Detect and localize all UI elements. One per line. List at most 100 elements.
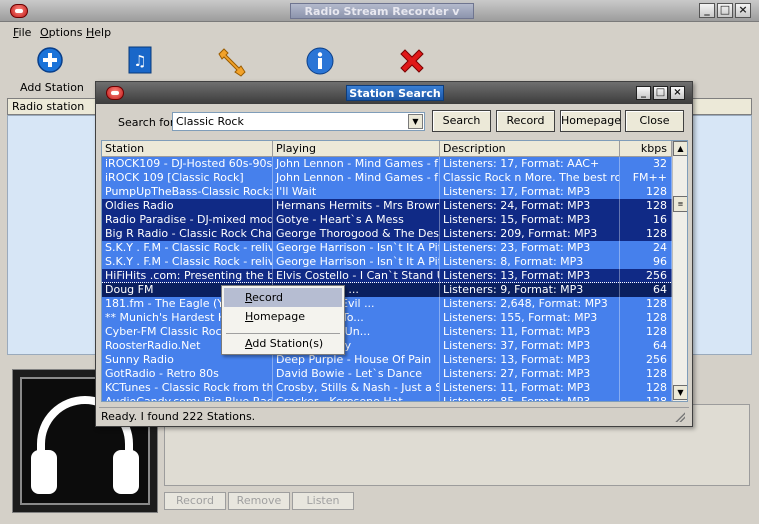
menu-bar: File Options Help xyxy=(0,22,759,42)
table-row[interactable]: 181.fm - The Eagle (Your...Orchestra - E… xyxy=(102,297,672,311)
col-station[interactable]: Station xyxy=(102,141,273,157)
minimize-button[interactable]: _ xyxy=(699,3,715,18)
menu-file[interactable]: File xyxy=(13,26,31,39)
table-row[interactable]: KCTunes - Classic Rock from th... Crosby,… xyxy=(102,381,672,395)
table-row[interactable]: Oldies Radio Hermans Hermits - Mrs Brown … xyxy=(102,199,672,213)
svg-text:♫: ♫ xyxy=(133,52,146,70)
status-bar: Ready. I found 222 Stations. xyxy=(99,407,689,424)
cell-station: PumpUpTheBass-Classic Rock: ... xyxy=(102,185,273,199)
menu-help[interactable]: Help xyxy=(86,26,111,39)
music-file-button[interactable]: ♫ xyxy=(125,46,155,77)
cell-station: Radio Paradise - DJ-mixed mode... xyxy=(102,213,273,227)
table-row[interactable]: Doug FMBENNIE AND ...Listeners: 9, Forma… xyxy=(102,282,673,298)
col-description[interactable]: Description xyxy=(440,141,620,157)
scroll-up-icon[interactable]: ▲ xyxy=(673,141,687,156)
dialog-minimize-button[interactable]: _ xyxy=(636,86,651,100)
cell-playing: Elvis Costello - I Can`t Stand Up xyxy=(273,269,440,283)
cell-kbps: 16 xyxy=(620,213,672,227)
cell-playing: Gotye - Heart`s A Mess xyxy=(273,213,440,227)
exit-button[interactable] xyxy=(396,46,428,79)
cell-station: iROCK 109 [Classic Rock] xyxy=(102,171,273,185)
table-row[interactable]: AudioCandy.com: Big Blue Radi... Cracker … xyxy=(102,395,672,401)
vertical-scrollbar[interactable]: ▲ ≡ ▼ xyxy=(672,141,687,401)
dialog-close-button[interactable]: × xyxy=(670,86,685,100)
table-row[interactable]: GotRadio - Retro 80s David Bowie - Let`s … xyxy=(102,367,672,381)
cell-station: AudioCandy.com: Big Blue Radi... xyxy=(102,395,273,401)
app-radio-icon[interactable] xyxy=(10,4,28,18)
cell-description: Listeners: 155, Format: MP3 xyxy=(440,311,620,325)
cell-station: Oldies Radio xyxy=(102,199,273,213)
table-row[interactable]: Sunny Radio Deep Purple - House Of Pain Li… xyxy=(102,353,672,367)
info-button[interactable] xyxy=(305,46,335,79)
cell-description: Listeners: 11, Format: MP3 xyxy=(440,325,620,339)
col-playing[interactable]: Playing xyxy=(273,141,440,157)
table-row[interactable]: S.K.Y . F.M - Classic Rock - reliv... Geo… xyxy=(102,255,672,269)
cell-kbps: 128 xyxy=(620,199,672,213)
cell-playing: Deep Purple - House Of Pain xyxy=(273,353,440,367)
add-station-button[interactable]: Add Station xyxy=(20,46,84,94)
table-row[interactable]: Radio Paradise - DJ-mixed mode... Gotye -… xyxy=(102,213,672,227)
cell-description: Listeners: 17, Format: MP3 xyxy=(440,185,620,199)
search-for-label: Search for xyxy=(118,116,175,129)
cell-description: Listeners: 24, Format: MP3 xyxy=(440,199,620,213)
record-button[interactable]: Record xyxy=(496,110,555,132)
menu-options[interactable]: Options xyxy=(40,26,82,39)
cell-kbps: 128 xyxy=(620,227,672,241)
menu-item-record[interactable]: Record xyxy=(224,288,342,307)
dialog-title-bar[interactable]: Station Search _ □ × xyxy=(96,82,692,104)
music-file-icon: ♫ xyxy=(128,46,152,74)
cell-kbps: 256 xyxy=(620,269,672,283)
table-row[interactable]: iROCK109 - DJ-Hosted 60s-90s ... John Len… xyxy=(102,157,672,171)
close-button[interactable]: × xyxy=(735,3,751,18)
chevron-down-icon[interactable]: ▼ xyxy=(408,114,423,129)
cell-kbps: 128 xyxy=(620,395,672,401)
cell-kbps: 128 xyxy=(620,367,672,381)
table-row[interactable]: Big R Radio - Classic Rock Cha... George … xyxy=(102,227,672,241)
cell-playing: I'll Wait xyxy=(273,185,440,199)
context-menu: Record Homepage Add Station(s) xyxy=(221,285,345,355)
cell-kbps: 24 xyxy=(620,241,672,255)
maximize-button[interactable]: □ xyxy=(717,3,733,18)
menu-item-add-stations[interactable]: Add Station(s) xyxy=(224,334,342,353)
cell-playing: Cracker - Kerosene Hat xyxy=(273,395,440,401)
cell-kbps: 32 xyxy=(620,157,672,171)
cell-playing: John Lennon - Mind Games - fre... xyxy=(273,157,440,171)
cell-description: Listeners: 27, Format: MP3 xyxy=(440,367,620,381)
table-row[interactable]: Cyber-FM Classic Rockars of Rock (Un...L… xyxy=(102,325,672,339)
listen-button-disabled[interactable]: Listen xyxy=(292,492,354,510)
cell-description: Listeners: 23, Format: MP3 xyxy=(440,241,620,255)
close-dialog-button[interactable]: Close xyxy=(625,110,684,132)
table-row[interactable]: iROCK 109 [Classic Rock] John Lennon - Mi… xyxy=(102,171,672,185)
cell-playing: George Harrison - Isn`t It A Pity xyxy=(273,241,440,255)
scroll-thumb[interactable]: ≡ xyxy=(673,196,687,212)
table-row[interactable]: S.K.Y . F.M - Classic Rock - reliv... Geo… xyxy=(102,241,672,255)
settings-button[interactable] xyxy=(214,46,248,81)
search-combobox[interactable]: Classic Rock ▼ xyxy=(172,112,425,131)
menu-item-homepage[interactable]: Homepage xyxy=(224,307,342,326)
dialog-radio-icon xyxy=(106,86,124,100)
record-button-disabled[interactable]: Record xyxy=(164,492,226,510)
col-kbps[interactable]: kbps xyxy=(620,141,672,157)
cell-kbps: 128 xyxy=(620,325,672,339)
cell-station: Sunny Radio xyxy=(102,353,273,367)
resize-grip-icon[interactable] xyxy=(675,412,685,422)
cell-description: Listeners: 15, Format: MP3 xyxy=(440,213,620,227)
dialog-maximize-button[interactable]: □ xyxy=(653,86,668,100)
table-row[interactable]: PumpUpTheBass-Classic Rock: ... I'll Wait… xyxy=(102,185,672,199)
homepage-button[interactable]: Homepage xyxy=(560,110,621,132)
cell-description: Listeners: 2,648, Format: MP3 xyxy=(440,297,620,311)
table-row[interactable]: RoosterRadio.NetDirty LaundryListeners: … xyxy=(102,339,672,353)
cell-kbps: 64 xyxy=(620,339,672,353)
cell-playing: George Harrison - Isn`t It A Pity xyxy=(273,255,440,269)
cell-kbps: 96 xyxy=(620,255,672,269)
scroll-down-icon[interactable]: ▼ xyxy=(673,385,687,400)
table-row[interactable]: HiFiHits .com: Presenting the be... Elvis… xyxy=(102,269,672,283)
search-value: Classic Rock xyxy=(176,115,244,128)
table-row[interactable]: ** Munich's Hardest HitsTwo Tickets To..… xyxy=(102,311,672,325)
search-button[interactable]: Search xyxy=(432,110,491,132)
cell-description: Classic Rock n More. The best ro... xyxy=(440,171,620,185)
remove-button-disabled[interactable]: Remove xyxy=(228,492,290,510)
main-title-bar[interactable]: Radio Stream Recorder v _ □ × xyxy=(0,0,759,22)
results-grid[interactable]: Station Playing Description kbps iROCK10… xyxy=(101,140,688,402)
cell-station: iROCK109 - DJ-Hosted 60s-90s ... xyxy=(102,157,273,171)
